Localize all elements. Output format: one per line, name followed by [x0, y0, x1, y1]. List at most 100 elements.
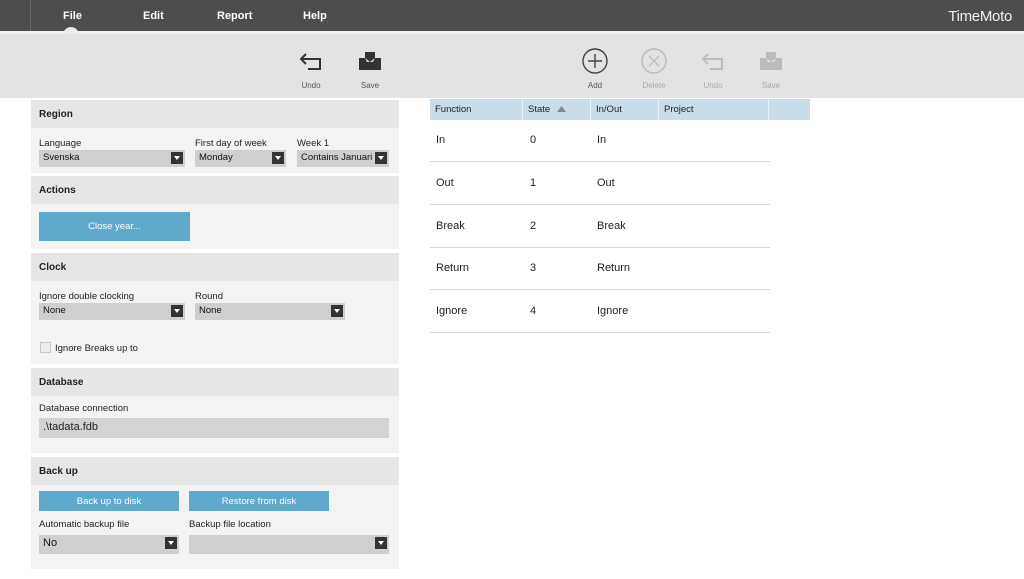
region-header: Region [31, 100, 399, 128]
grid-header: Function State In/Out Project [430, 99, 810, 120]
save-label: Save [761, 81, 781, 90]
menu-edit[interactable]: Edit [143, 10, 164, 22]
cell-inout: Break [597, 220, 626, 232]
save-icon [751, 44, 791, 78]
column-header-state[interactable]: State [523, 99, 591, 120]
cell-state: 0 [530, 134, 537, 146]
backup-location-label: Backup file location [189, 519, 271, 530]
round-label: Round [195, 291, 223, 302]
menu-file[interactable]: File [63, 10, 82, 22]
delete-label: Delete [642, 81, 666, 90]
first-day-select[interactable]: Monday [195, 150, 286, 167]
app-logo: TimeMoto [948, 8, 1012, 25]
cell-function: Out [436, 177, 454, 189]
cell-state: 1 [530, 177, 537, 189]
chevron-down-icon [331, 305, 343, 317]
round-value: None [199, 305, 222, 316]
save-button-left[interactable]: Save [350, 44, 390, 90]
clock-section: Ignore double clocking None Round None I… [31, 281, 399, 364]
first-day-label: First day of week [195, 138, 267, 149]
add-button[interactable]: Add [575, 44, 615, 90]
plus-circle-icon [575, 44, 615, 78]
cell-state: 3 [530, 262, 537, 274]
save-icon [350, 44, 390, 78]
undo-button-right[interactable]: Undo [693, 44, 733, 90]
undo-button-left[interactable]: Undo [291, 44, 331, 90]
menu-help[interactable]: Help [303, 10, 327, 22]
ignore-breaks-label: Ignore Breaks up to [55, 343, 138, 354]
sort-ascending-icon [556, 106, 566, 112]
round-select[interactable]: None [195, 303, 345, 320]
ignore-breaks-checkbox[interactable] [40, 342, 51, 353]
column-header-function[interactable]: Function [430, 99, 523, 120]
delete-button[interactable]: Delete [634, 44, 674, 90]
ignore-double-value: None [43, 305, 66, 316]
toolbar: Undo Save Add Delete Undo Save [0, 34, 1024, 98]
menu-bar: File Edit Report Help TimeMoto [0, 0, 1024, 35]
auto-backup-label: Automatic backup file [39, 519, 130, 530]
chevron-down-icon [375, 152, 387, 164]
table-row[interactable]: Return 3 Return [430, 248, 770, 290]
table-row[interactable]: Break 2 Break [430, 206, 770, 248]
table-row[interactable]: In 0 In [430, 120, 770, 162]
menu-report[interactable]: Report [217, 10, 252, 22]
ignore-double-label: Ignore double clocking [39, 291, 135, 302]
backup-header: Back up [31, 457, 399, 485]
language-select[interactable]: Svenska [39, 150, 185, 167]
chevron-down-icon [165, 537, 177, 549]
cell-function: Return [436, 262, 470, 274]
week1-value: Contains Januari 1 [301, 152, 381, 163]
chevron-down-icon [272, 152, 284, 164]
cell-inout: Ignore [597, 305, 629, 317]
save-button-right[interactable]: Save [751, 44, 791, 90]
cell-function: Ignore [436, 305, 468, 317]
column-header-label: State [528, 104, 551, 115]
chevron-down-icon [171, 152, 183, 164]
close-circle-icon [634, 44, 674, 78]
undo-label: Undo [301, 81, 321, 90]
language-label: Language [39, 138, 82, 149]
week1-select[interactable]: Contains Januari 1 [297, 150, 389, 167]
add-label: Add [587, 81, 603, 90]
settings-panel: Region Language Svenska First day of wee… [31, 100, 399, 569]
cell-inout: Return [597, 262, 631, 274]
language-value: Svenska [43, 152, 80, 163]
chevron-down-icon [375, 537, 387, 549]
first-day-value: Monday [199, 152, 233, 163]
cell-function: Break [436, 220, 465, 232]
week1-label: Week 1 [297, 138, 330, 149]
column-header-label: Project [664, 104, 694, 115]
clock-header: Clock [31, 253, 399, 281]
column-header-label: In/Out [596, 104, 622, 115]
backup-to-disk-button[interactable]: Back up to disk [39, 491, 179, 511]
backup-location-select[interactable] [189, 535, 389, 554]
database-header: Database [31, 368, 399, 396]
auto-backup-select[interactable]: No [39, 535, 179, 554]
actions-header: Actions [31, 176, 399, 204]
cell-function: In [436, 134, 446, 146]
database-section: Database connection .\tadata.fdb [31, 396, 399, 453]
save-label: Save [360, 81, 380, 90]
region-section: Language Svenska First day of week Monda… [31, 128, 399, 173]
cell-state: 4 [530, 305, 537, 317]
close-year-button[interactable]: Close year... [39, 212, 190, 241]
ignore-double-select[interactable]: None [39, 303, 185, 320]
cell-state: 2 [530, 220, 537, 232]
table-row[interactable]: Out 1 Out [430, 163, 770, 205]
restore-from-disk-button[interactable]: Restore from disk [189, 491, 329, 511]
table-row[interactable]: Ignore 4 Ignore [430, 291, 770, 333]
backup-section: Back up to disk Restore from disk Automa… [31, 485, 399, 569]
undo-icon [693, 44, 733, 78]
cell-inout: Out [597, 177, 615, 189]
cell-inout: In [597, 134, 607, 146]
db-connection-label: Database connection [39, 403, 129, 414]
column-header-project[interactable]: Project [659, 99, 769, 120]
column-header-label: Function [435, 104, 472, 115]
undo-icon [291, 44, 331, 78]
chevron-down-icon [171, 305, 183, 317]
menu-divider [30, 0, 31, 31]
actions-section: Close year... [31, 204, 399, 249]
db-connection-field[interactable]: .\tadata.fdb [39, 418, 389, 438]
auto-backup-value: No [43, 537, 58, 549]
column-header-inout[interactable]: In/Out [591, 99, 659, 120]
